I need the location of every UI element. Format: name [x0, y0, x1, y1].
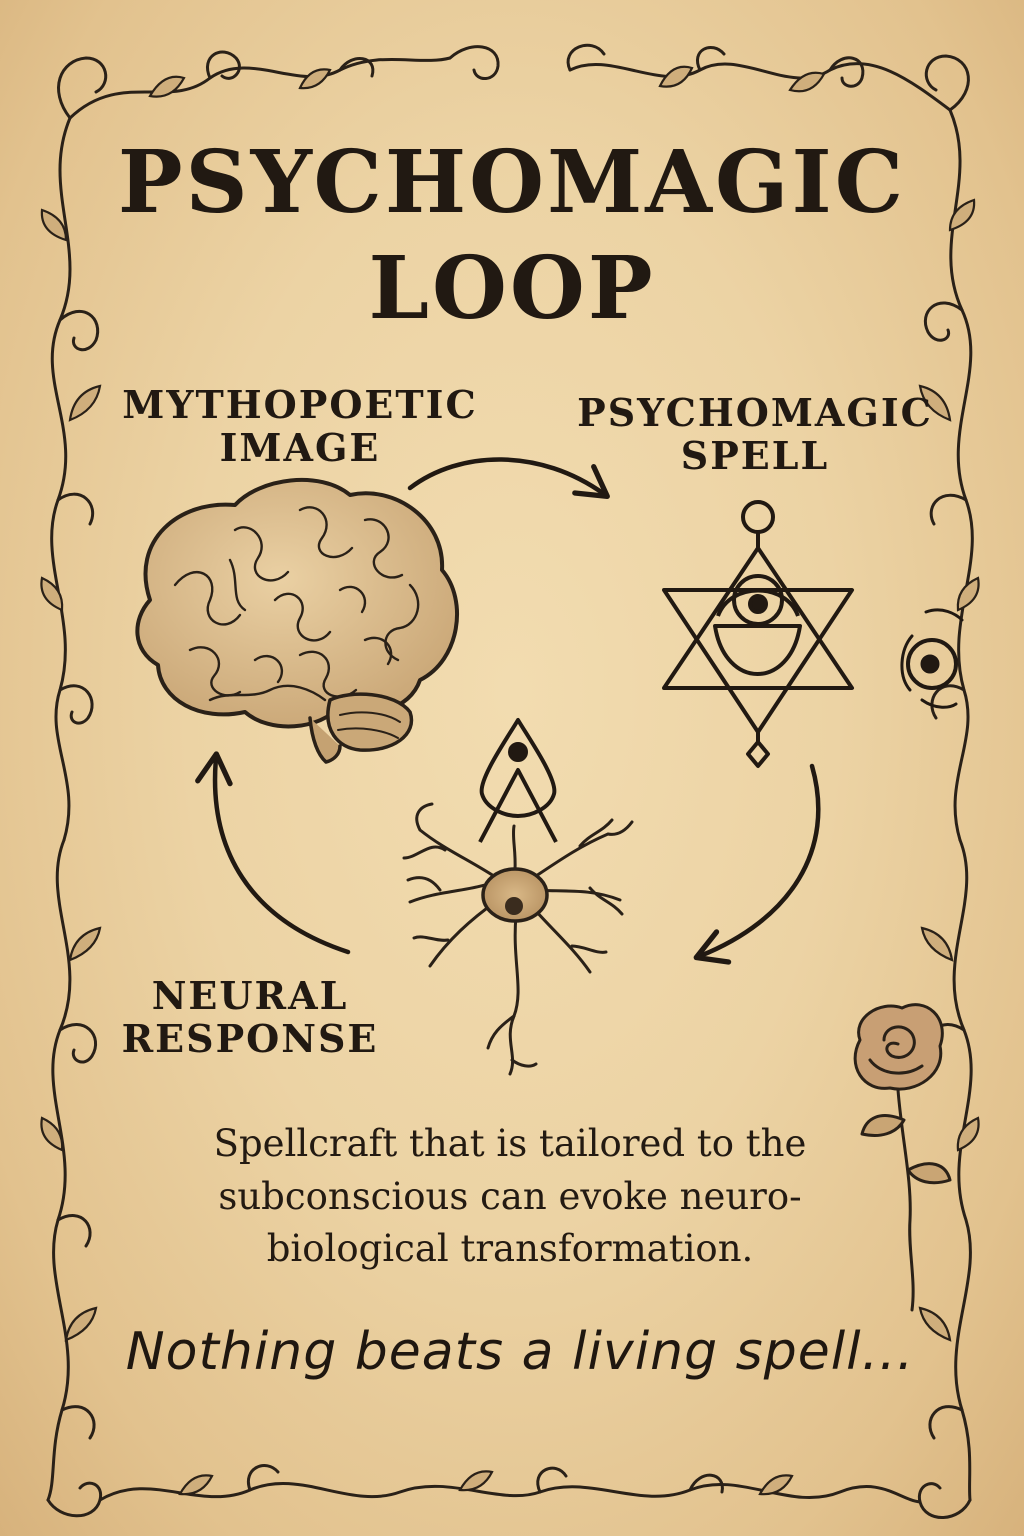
poster: PSYCHOMAGIC LOOP MYTHOPOETIC IMAGE PSYCH… — [0, 0, 1024, 1536]
arrow-neural-to-image — [195, 751, 351, 955]
neuron-icon — [402, 802, 634, 1076]
node-label-psychomagic-spell: PSYCHOMAGIC SPELL — [577, 390, 933, 478]
brain-icon — [135, 477, 460, 764]
caption-text: Spellcraft that is tailored to the subco… — [213, 1122, 807, 1271]
teardrop-sigil-icon — [478, 718, 558, 843]
title-line-1: PSYCHOMAGIC — [117, 132, 907, 233]
neuron-nucleus — [505, 897, 523, 915]
rose-icon — [853, 1003, 952, 1312]
hexagram-sigil-icon — [662, 500, 854, 768]
eye-icon — [900, 608, 964, 709]
node-label-mythopoetic-image: MYTHOPOETIC IMAGE — [122, 382, 478, 470]
node-label-neural-response: NEURAL RESPONSE — [121, 973, 379, 1061]
title-line-2: LOOP — [368, 238, 656, 339]
arrow-spell-to-neural — [693, 763, 821, 965]
tagline-text: Nothing beats a living spell... — [125, 1322, 915, 1382]
